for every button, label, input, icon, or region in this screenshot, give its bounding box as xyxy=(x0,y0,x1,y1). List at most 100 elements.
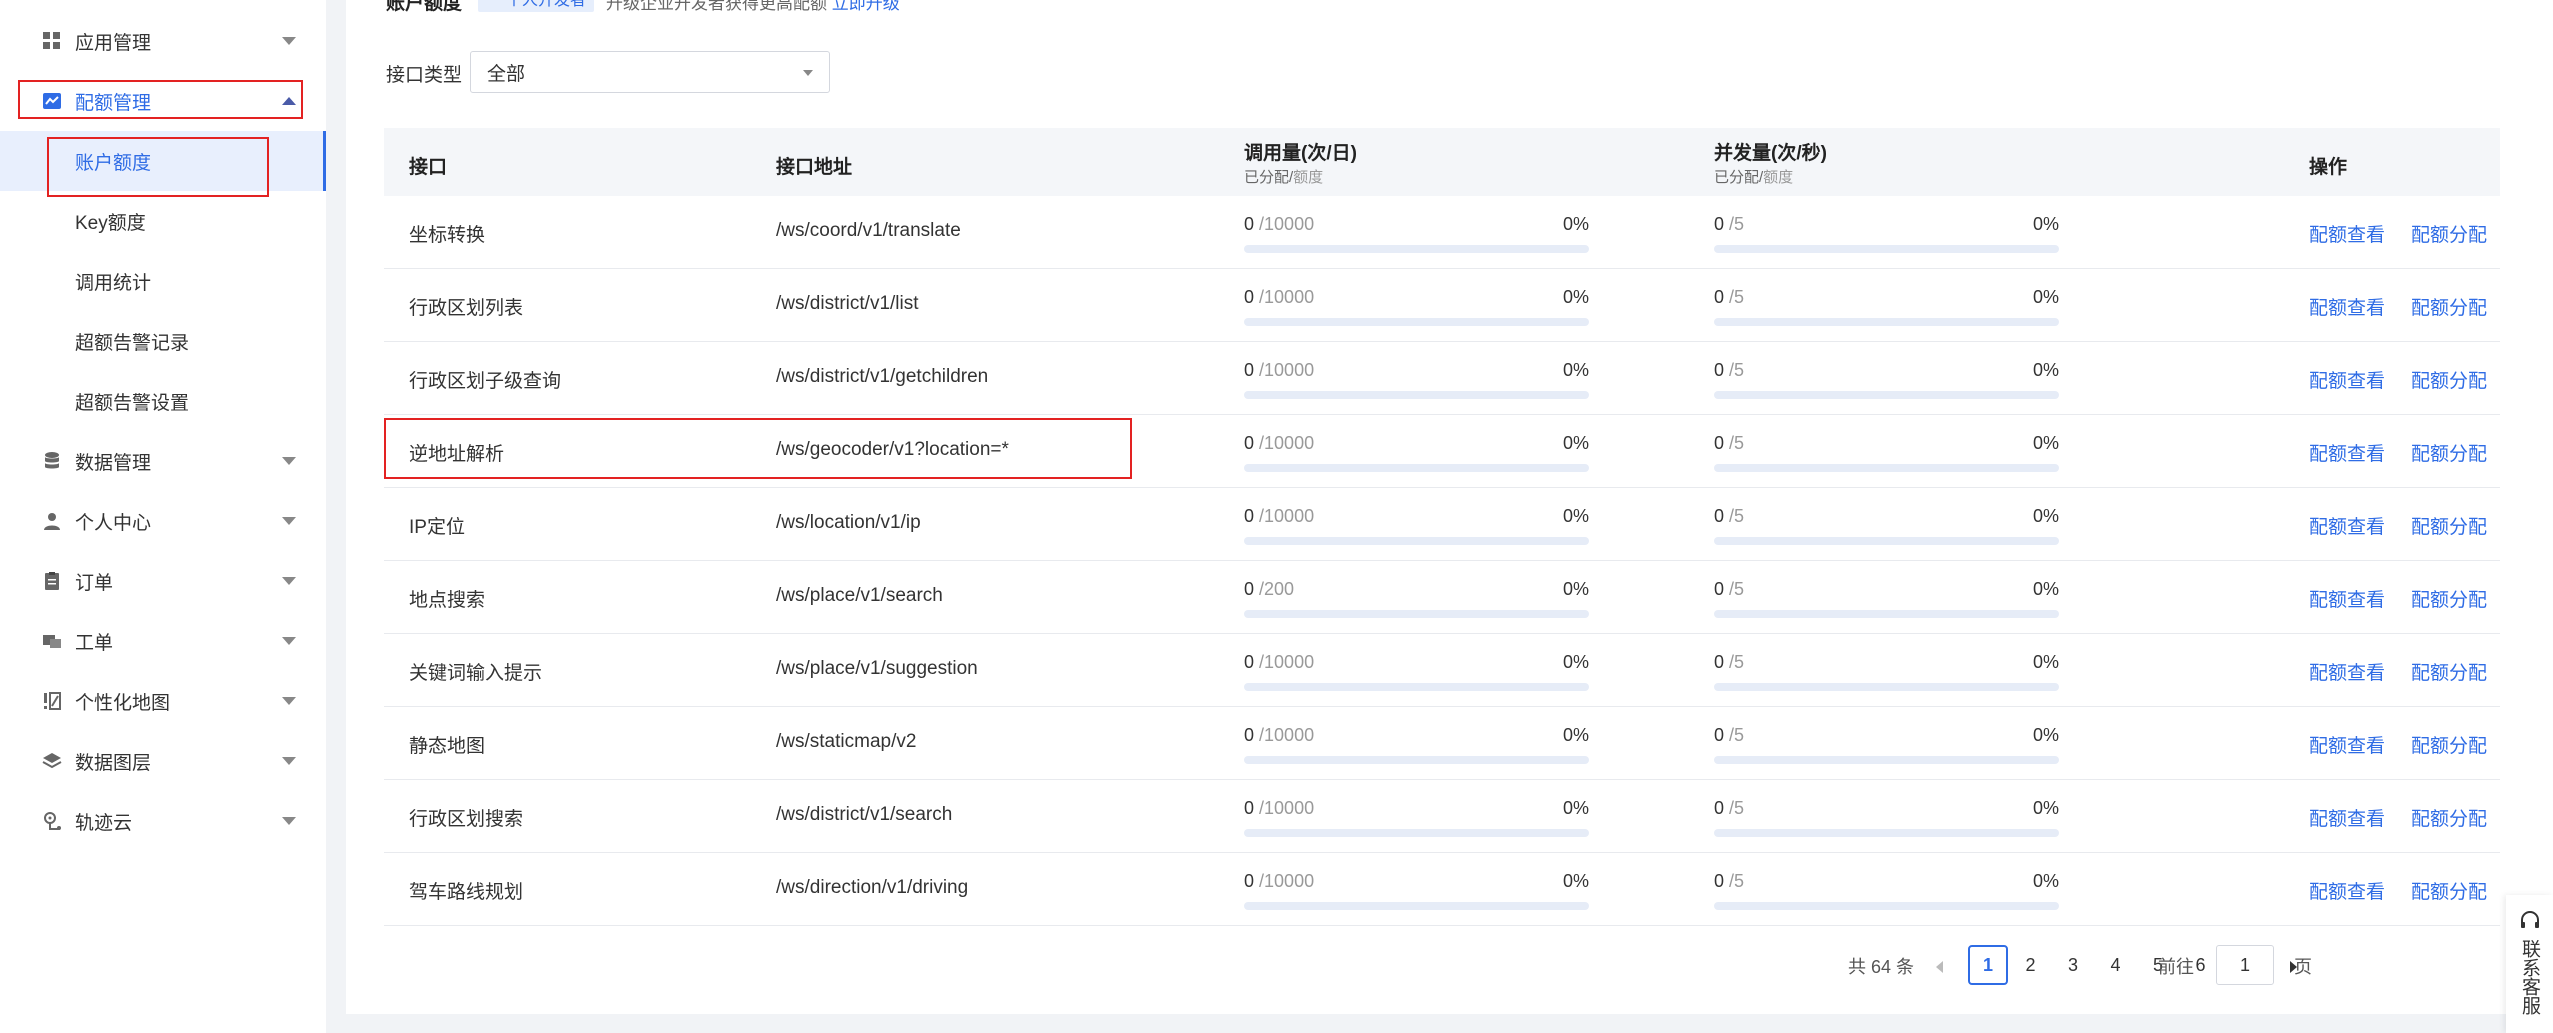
conc-percent: 0% xyxy=(2032,725,2059,745)
clipboard-icon xyxy=(40,569,64,593)
sidebar-subitem-call-stats[interactable]: 调用统计 xyxy=(0,251,326,311)
conc-limit: /5 xyxy=(1729,287,1745,307)
sidebar-item-label: 配额管理 xyxy=(75,92,152,114)
calls-progress-bar xyxy=(1244,902,1589,910)
quota-assign-link[interactable]: 配额分配 xyxy=(2411,366,2487,393)
sidebar-item-label: 订单 xyxy=(75,572,114,594)
calls-usage-value: 0 /10000 xyxy=(1244,798,1314,819)
quota-view-link[interactable]: 配额查看 xyxy=(2309,439,2385,466)
calls-usage-value: 0 /10000 xyxy=(1244,871,1314,892)
conc-progress-bar xyxy=(1714,245,2059,253)
sidebar-item-label: 工单 xyxy=(75,632,114,654)
api-name: 驾车路线规划 xyxy=(409,882,524,903)
header-calls-sub-allocated: 已分配/ xyxy=(1244,169,1294,186)
conc-usage-value: 0 /5 xyxy=(1714,871,1744,892)
contact-support-button[interactable]: 联系客服 xyxy=(2506,895,2553,1033)
quota-assign-link[interactable]: 配额分配 xyxy=(2411,439,2487,466)
conc-limit: /5 xyxy=(1729,725,1745,745)
sidebar-item-tickets[interactable]: 工单 xyxy=(0,611,326,671)
table-row: IP定位/ws/location/v1/ip 0 /10000 0% 0 /5 0% 配额… xyxy=(384,488,2500,561)
quota-assign-link[interactable]: 配额分配 xyxy=(2411,658,2487,685)
sidebar-item-personal-center[interactable]: 个人中心 xyxy=(0,491,326,551)
grid-icon xyxy=(40,29,64,53)
page-title: 账户额度 xyxy=(386,0,463,14)
calls-progress-bar xyxy=(1244,756,1589,764)
sidebar-subitem-account-quota[interactable]: 账户额度 xyxy=(0,131,326,191)
sidebar-item-data-layers[interactable]: 数据图层 xyxy=(0,731,326,791)
page-number[interactable]: 1 xyxy=(1968,945,2008,985)
conc-progress-bar xyxy=(1714,610,2059,618)
quota-view-link[interactable]: 配额查看 xyxy=(2309,585,2385,612)
quota-view-link[interactable]: 配额查看 xyxy=(2309,804,2385,831)
sidebar-item-label: 数据管理 xyxy=(75,452,152,474)
prev-page-icon[interactable] xyxy=(1936,961,1943,973)
sidebar-item-data-management[interactable]: 数据管理 xyxy=(0,431,326,491)
calls-progress-bar xyxy=(1244,318,1589,326)
quota-assign-link[interactable]: 配额分配 xyxy=(2411,804,2487,831)
page-number[interactable]: 4 xyxy=(2096,945,2136,985)
calls-limit: /10000 xyxy=(1259,725,1315,745)
api-type-select[interactable]: 全部 xyxy=(470,51,830,93)
calls-usage-value: 0 /10000 xyxy=(1244,506,1314,527)
table-body: 坐标转换/ws/coord/v1/translate 0 /10000 0% 0 /5… xyxy=(384,196,2500,926)
calls-limit: /10000 xyxy=(1259,360,1315,380)
chevron-down-icon xyxy=(282,817,296,825)
conc-progress-bar xyxy=(1714,464,2059,472)
goto-label: 前往 xyxy=(2158,957,2194,977)
header-conc-sub-quota: 额度 xyxy=(1763,169,1794,186)
calls-used: 0 xyxy=(1244,506,1255,526)
api-url: /ws/district/v1/getchildren xyxy=(776,366,989,387)
main-content: 账户额度 个人开发者 升级企业开发者获得更高配额 立即升级 接口类型 全部 接口… xyxy=(346,0,2553,1014)
contact-support-label: 联系客服 xyxy=(2519,939,2540,1015)
sidebar-subitem-alert-records[interactable]: 超额告警记录 xyxy=(0,311,326,371)
quota-assign-link[interactable]: 配额分配 xyxy=(2411,220,2487,247)
quota-view-link[interactable]: 配额查看 xyxy=(2309,220,2385,247)
quota-assign-link[interactable]: 配额分配 xyxy=(2411,512,2487,539)
goto-page-input[interactable] xyxy=(2216,945,2274,985)
conc-progress-bar xyxy=(1714,318,2059,326)
page-number[interactable]: 2 xyxy=(2011,945,2051,985)
quota-view-link[interactable]: 配额查看 xyxy=(2309,877,2385,904)
upgrade-note-text: 升级企业开发者获得更高配额 xyxy=(606,0,827,13)
calls-limit: /10000 xyxy=(1259,433,1315,453)
quota-table: 接口 接口地址 调用量(次/日) 已分配/额度 并发量(次/秒) 已分配/额度 … xyxy=(384,128,2500,926)
conc-progress-bar xyxy=(1714,756,2059,764)
api-name: 静态地图 xyxy=(409,736,486,757)
chevron-down-icon xyxy=(282,757,296,765)
sidebar-item-orders[interactable]: 订单 xyxy=(0,551,326,611)
table-row: 关键词输入提示/ws/place/v1/suggestion 0 /10000 0%… xyxy=(384,634,2500,707)
quota-assign-link[interactable]: 配额分配 xyxy=(2411,877,2487,904)
conc-percent: 0% xyxy=(2032,579,2059,599)
quota-assign-link[interactable]: 配额分配 xyxy=(2411,585,2487,612)
conc-used: 0 xyxy=(1714,798,1725,818)
api-name: 坐标转换 xyxy=(409,225,486,246)
conc-used: 0 xyxy=(1714,652,1725,672)
sidebar-item-track-cloud[interactable]: 轨迹云 xyxy=(0,791,326,851)
calls-percent: 0% xyxy=(1562,360,1589,380)
sidebar-item-quota-management[interactable]: 配额管理 xyxy=(0,71,326,131)
quota-assign-link[interactable]: 配额分配 xyxy=(2411,293,2487,320)
quota-view-link[interactable]: 配额查看 xyxy=(2309,731,2385,758)
sidebar: 应用管理 配额管理 账户额度 Key额度 调用统计 超额告警记录 超额告警设置 … xyxy=(0,0,326,1033)
sidebar-item-label: 个性化地图 xyxy=(75,692,171,714)
sidebar-subitem-alert-settings[interactable]: 超额告警设置 xyxy=(0,371,326,431)
sidebar-item-app-management[interactable]: 应用管理 xyxy=(0,11,326,71)
quota-view-link[interactable]: 配额查看 xyxy=(2309,366,2385,393)
quota-view-link[interactable]: 配额查看 xyxy=(2309,512,2385,539)
conc-limit: /5 xyxy=(1729,871,1745,891)
quota-view-link[interactable]: 配额查看 xyxy=(2309,293,2385,320)
sidebar-subitem-key-quota[interactable]: Key额度 xyxy=(0,191,326,251)
conc-percent: 0% xyxy=(2032,360,2059,380)
badge-label: 个人开发者 xyxy=(506,0,587,9)
chevron-down-icon xyxy=(282,637,296,645)
table-header: 接口 接口地址 调用量(次/日) 已分配/额度 并发量(次/秒) 已分配/额度 … xyxy=(384,128,2500,196)
page-number[interactable]: 3 xyxy=(2053,945,2093,985)
calls-usage-value: 0 /10000 xyxy=(1244,725,1314,746)
sidebar-item-label: 个人中心 xyxy=(75,512,152,534)
conc-usage-value: 0 /5 xyxy=(1714,433,1744,454)
upgrade-link[interactable]: 立即升级 xyxy=(832,0,900,13)
quota-view-link[interactable]: 配额查看 xyxy=(2309,658,2385,685)
quota-assign-link[interactable]: 配额分配 xyxy=(2411,731,2487,758)
conc-used: 0 xyxy=(1714,360,1725,380)
sidebar-item-custom-map[interactable]: 个性化地图 xyxy=(0,671,326,731)
